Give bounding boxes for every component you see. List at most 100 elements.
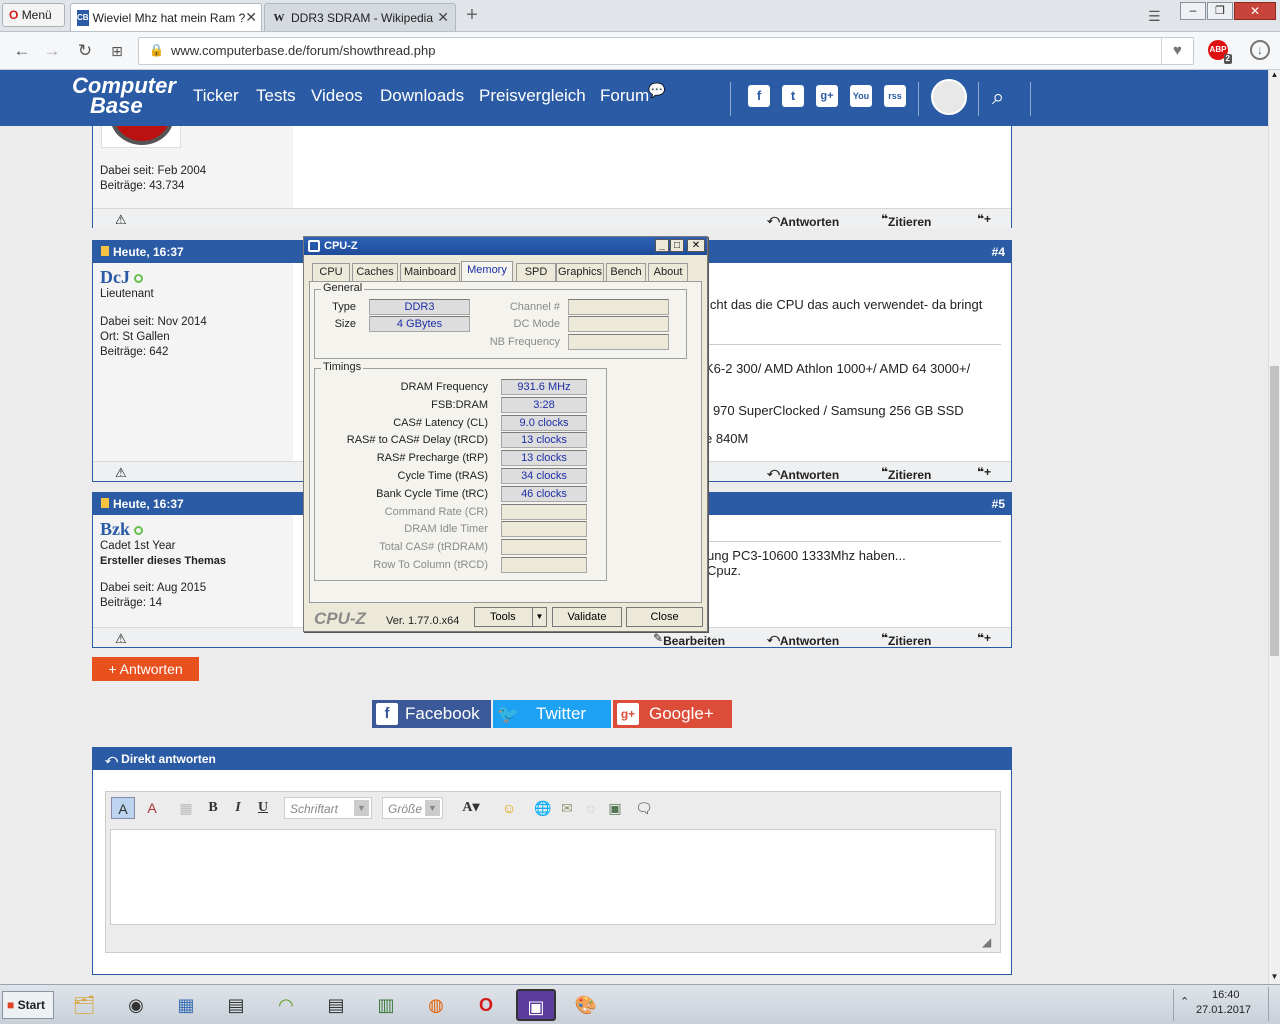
- clock-time[interactable]: 16:40: [1212, 989, 1240, 1001]
- font-family-select[interactable]: Schriftart ▼: [284, 797, 372, 819]
- search-icon[interactable]: ⌕: [992, 84, 1004, 110]
- tools-button[interactable]: Tools ▼: [474, 607, 547, 627]
- multiquote-icon[interactable]: ❝+: [977, 631, 991, 645]
- nav-ticker[interactable]: Ticker: [193, 86, 239, 106]
- source-mode-icon[interactable]: A: [140, 797, 164, 819]
- username[interactable]: Bzk: [100, 519, 293, 539]
- notepad-icon[interactable]: ▤: [216, 989, 256, 1021]
- paint-icon[interactable]: 🎨: [566, 989, 606, 1021]
- tab-cpu[interactable]: CPU: [312, 263, 350, 281]
- editor-textarea[interactable]: [110, 829, 996, 925]
- tab-about[interactable]: About: [648, 263, 688, 281]
- close-tab-icon[interactable]: ✕: [245, 9, 257, 26]
- cpuz-titlebar[interactable]: CPU-Z _ □ ✕: [304, 237, 707, 255]
- email-icon[interactable]: ✉: [556, 797, 578, 819]
- italic-button[interactable]: I: [228, 797, 248, 819]
- reload-icon[interactable]: ↻: [75, 41, 95, 61]
- multiquote-icon[interactable]: ❝+: [977, 465, 991, 479]
- edit-button[interactable]: ✎ Bearbeiten: [653, 631, 725, 648]
- tab-memory[interactable]: Memory: [461, 261, 513, 282]
- cpuz-minimize-button[interactable]: _: [655, 239, 669, 252]
- tab-wikipedia[interactable]: W DDR3 SDRAM - Wikipedia ✕: [264, 3, 456, 31]
- multiquote-icon[interactable]: ❝+: [977, 212, 991, 226]
- tray-expand-icon[interactable]: ⌃: [1180, 995, 1189, 1008]
- firefox-icon[interactable]: ◍: [416, 989, 456, 1021]
- document-icon[interactable]: ▤: [316, 989, 356, 1021]
- close-window-button[interactable]: ✕: [1234, 2, 1276, 20]
- nav-videos[interactable]: Videos: [311, 86, 363, 106]
- tab-bench[interactable]: Bench: [606, 263, 646, 281]
- clock-date[interactable]: 27.01.2017: [1196, 1004, 1251, 1016]
- computerbase-logo[interactable]: Computer Base: [72, 75, 177, 120]
- show-desktop-button[interactable]: [1268, 987, 1278, 1021]
- url-field[interactable]: 🔒 www.computerbase.de/forum/showthread.p…: [138, 37, 1194, 65]
- control-panel-icon[interactable]: ▦: [166, 989, 206, 1021]
- cpuz-maximize-button[interactable]: □: [670, 239, 684, 252]
- report-warning-icon[interactable]: ⚠: [115, 465, 127, 481]
- image-icon[interactable]: ▣: [604, 797, 626, 819]
- text-color-button[interactable]: A▾: [456, 797, 486, 819]
- nav-downloads[interactable]: Downloads: [380, 86, 464, 106]
- post-number[interactable]: #4: [992, 241, 1005, 263]
- username[interactable]: DcJ: [100, 267, 293, 287]
- media-player-icon[interactable]: ◉: [116, 989, 156, 1021]
- file-explorer-icon[interactable]: 🗂: [64, 989, 104, 1021]
- share-facebook-button[interactable]: f Facebook: [372, 700, 491, 728]
- close-tab-icon[interactable]: ✕: [437, 9, 449, 26]
- adblock-icon[interactable]: ABP 2: [1208, 40, 1232, 64]
- downloads-icon[interactable]: ↓: [1250, 40, 1270, 60]
- wysiwyg-mode-icon[interactable]: A: [111, 797, 135, 819]
- reply-button[interactable]: ⤺ Antworten: [767, 212, 839, 229]
- maximize-window-button[interactable]: ❐: [1207, 2, 1233, 20]
- tab-menu-icon[interactable]: ☰: [1148, 8, 1161, 25]
- scroll-down-arrow-icon[interactable]: ▼: [1269, 972, 1280, 984]
- quote-button[interactable]: ❝ Zitieren: [881, 465, 931, 482]
- scroll-thumb[interactable]: [1270, 366, 1279, 656]
- forward-arrow-icon[interactable]: →: [42, 41, 62, 61]
- youtube-icon[interactable]: You: [850, 85, 872, 107]
- opera-icon[interactable]: O: [466, 989, 506, 1021]
- close-button[interactable]: Close: [626, 607, 703, 627]
- page-scrollbar[interactable]: ▲ ▼: [1268, 70, 1280, 984]
- nav-preisvergleich[interactable]: Preisvergleich: [479, 86, 586, 106]
- cpuz-taskbar-icon[interactable]: ▣: [516, 989, 556, 1021]
- unlink-icon[interactable]: ◌: [580, 797, 602, 819]
- back-arrow-icon[interactable]: ←: [12, 41, 32, 61]
- scroll-up-arrow-icon[interactable]: ▲: [1269, 70, 1280, 82]
- cpuz-close-button[interactable]: ✕: [687, 239, 705, 252]
- bookmark-heart-icon[interactable]: ♥: [1161, 38, 1193, 64]
- nav-forum[interactable]: Forum: [600, 86, 649, 106]
- share-googleplus-button[interactable]: g+ Google+: [613, 700, 732, 728]
- link-icon[interactable]: 🌐: [532, 797, 554, 819]
- remove-format-icon[interactable]: ▦: [174, 797, 198, 819]
- spreadsheet-icon[interactable]: ▥: [366, 989, 406, 1021]
- bold-button[interactable]: B: [203, 797, 223, 819]
- reply-thread-button[interactable]: + Antworten: [92, 657, 199, 681]
- opera-menu-button[interactable]: O Menü: [2, 3, 65, 27]
- new-tab-button[interactable]: +: [462, 4, 482, 26]
- tab-spd[interactable]: SPD: [516, 263, 556, 281]
- wifi-tool-icon[interactable]: ◠: [266, 989, 306, 1021]
- reply-button[interactable]: ⤺ Antworten: [767, 465, 839, 482]
- quote-icon[interactable]: 🗨: [633, 797, 655, 819]
- googleplus-icon[interactable]: g+: [816, 85, 838, 107]
- twitter-icon[interactable]: t: [782, 85, 804, 107]
- start-button[interactable]: ■ Start: [2, 991, 54, 1019]
- share-twitter-button[interactable]: 🐦 Twitter: [493, 700, 611, 728]
- nav-tests[interactable]: Tests: [256, 86, 296, 106]
- quote-button[interactable]: ❝ Zitieren: [881, 212, 931, 229]
- tab-graphics[interactable]: Graphics: [556, 263, 604, 281]
- report-warning-icon[interactable]: ⚠: [115, 212, 127, 228]
- quote-button[interactable]: ❝ Zitieren: [881, 631, 931, 648]
- tab-computerbase[interactable]: CB Wieviel Mhz hat mein Ram ? ✕: [70, 3, 262, 31]
- underline-button[interactable]: U: [253, 797, 273, 819]
- validate-button[interactable]: Validate: [552, 607, 622, 627]
- reply-button[interactable]: ⤺ Antworten: [767, 631, 839, 648]
- speed-dial-grid-icon[interactable]: ⊞: [107, 41, 127, 61]
- tab-caches[interactable]: Caches: [352, 263, 398, 281]
- tab-mainboard[interactable]: Mainboard: [400, 263, 460, 281]
- resize-handle-icon[interactable]: ◢: [982, 935, 991, 949]
- minimize-window-button[interactable]: ‒: [1180, 2, 1206, 20]
- font-size-select[interactable]: Größe ▼: [382, 797, 443, 819]
- user-avatar-icon[interactable]: [931, 79, 967, 115]
